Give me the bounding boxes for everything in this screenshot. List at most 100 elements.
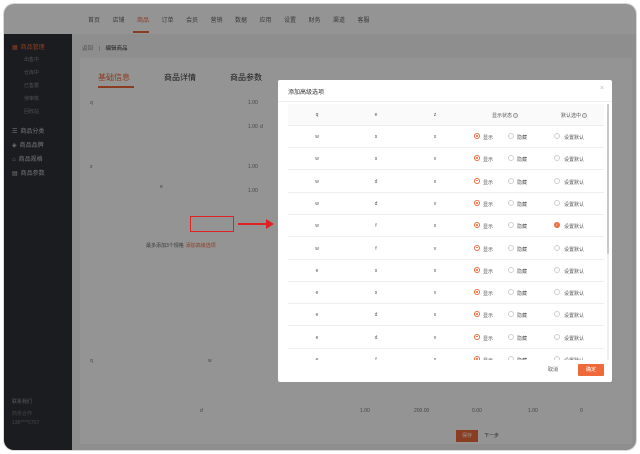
hide-radio-label: 隐藏 — [517, 179, 528, 186]
default-checked-icon[interactable]: ✓ — [554, 222, 560, 229]
confirm-button[interactable]: 确定 — [578, 364, 604, 376]
table-row: w s v 显示 隐藏 设置默认 — [288, 148, 604, 171]
column-header-q: q — [315, 112, 319, 118]
table-row: e d v 显示 隐藏 设置默认 — [288, 327, 604, 349]
hide-radio-label: 隐藏 — [517, 268, 528, 275]
hide-radio[interactable] — [508, 244, 514, 251]
set-default-label: 设置默认 — [564, 179, 585, 186]
show-radio[interactable] — [474, 356, 480, 360]
table-scrollbar[interactable] — [607, 104, 609, 360]
dialog-divider — [278, 101, 612, 102]
table-header: q e z 显示状态? 默认选中? — [288, 104, 604, 126]
cell-e: d — [374, 334, 378, 341]
cell-q: e — [315, 267, 319, 274]
show-radio-label: 显示 — [483, 201, 494, 208]
hide-radio[interactable] — [508, 155, 514, 162]
show-radio-label: 显示 — [483, 224, 494, 231]
default-radio[interactable] — [554, 177, 560, 184]
set-default-label: 设置默认 — [564, 313, 585, 320]
show-radio[interactable] — [474, 199, 480, 206]
cancel-button[interactable]: 取消 — [548, 364, 558, 376]
default-radio[interactable] — [554, 289, 560, 296]
hide-radio-label: 隐藏 — [517, 135, 528, 141]
show-radio-label: 显示 — [483, 246, 494, 253]
hide-radio-label: 隐藏 — [517, 157, 528, 164]
hide-radio-label: 隐藏 — [517, 201, 528, 208]
cell-z: v — [433, 200, 437, 207]
cell-z: v — [433, 245, 437, 252]
show-radio[interactable] — [474, 133, 480, 139]
cell-e: f — [375, 223, 377, 230]
cell-z: x — [433, 312, 437, 319]
hide-radio-label: 隐藏 — [517, 291, 528, 298]
default-radio[interactable] — [554, 155, 560, 162]
cell-e: d — [374, 178, 378, 185]
show-radio[interactable] — [474, 222, 480, 229]
column-header-status: 显示状态? — [474, 112, 536, 119]
column-header-z: z — [433, 112, 437, 118]
table-row: w f x 显示 隐藏 ✓ 设置默认 — [288, 215, 604, 238]
show-radio[interactable] — [474, 311, 480, 318]
cell-q: w — [315, 245, 319, 252]
cell-q: w — [315, 156, 319, 163]
show-radio[interactable] — [474, 333, 480, 340]
cell-q: w — [315, 200, 319, 207]
set-default-label: 设置默认 — [564, 135, 585, 141]
default-radio[interactable] — [554, 244, 560, 251]
default-radio[interactable] — [554, 356, 560, 360]
hide-radio[interactable] — [508, 199, 514, 206]
hide-radio[interactable] — [508, 289, 514, 296]
show-radio-label: 显示 — [483, 313, 494, 320]
dialog-title: 添加高级选项 — [288, 90, 325, 96]
show-radio[interactable] — [474, 244, 480, 251]
table-row: w d x 显示 隐藏 设置默认 — [288, 171, 604, 193]
hide-radio-label: 隐藏 — [517, 224, 528, 231]
show-radio[interactable] — [474, 289, 480, 296]
help-icon: ? — [513, 113, 518, 118]
hide-radio[interactable] — [508, 311, 514, 318]
cell-q: e — [315, 290, 319, 297]
hide-radio[interactable] — [508, 266, 514, 273]
cell-e: s — [374, 134, 378, 140]
cell-q: w — [315, 134, 319, 140]
set-default-label: 设置默认 — [564, 268, 585, 275]
hide-radio[interactable] — [508, 222, 514, 229]
hide-radio-label: 隐藏 — [517, 313, 528, 320]
hide-radio[interactable] — [508, 356, 514, 360]
scrollbar-thumb[interactable] — [607, 104, 609, 254]
default-radio[interactable] — [554, 266, 560, 273]
hide-radio[interactable] — [508, 333, 514, 340]
column-header-status-label: 显示状态 — [491, 113, 512, 119]
cell-z: v — [433, 156, 437, 163]
hide-radio[interactable] — [508, 133, 514, 139]
cell-z: x — [433, 178, 437, 185]
table-row: e s x 显示 隐藏 设置默认 — [288, 260, 604, 282]
show-radio-label: 显示 — [483, 291, 494, 298]
cell-z: x — [433, 134, 437, 140]
set-default-label: 设置默认 — [564, 357, 584, 360]
default-radio[interactable] — [554, 133, 560, 139]
set-default-label: 设置默认 — [564, 335, 585, 342]
show-radio[interactable] — [474, 155, 480, 162]
show-radio[interactable] — [474, 266, 480, 273]
cell-e: d — [374, 312, 378, 319]
column-header-e: e — [374, 112, 378, 118]
hide-radio[interactable] — [508, 177, 514, 184]
show-radio-label: 显示 — [483, 335, 494, 342]
default-radio[interactable] — [554, 333, 560, 340]
cell-z: x — [433, 357, 437, 360]
cell-e: s — [374, 290, 378, 297]
cell-q: w — [315, 178, 319, 185]
default-radio[interactable] — [554, 311, 560, 318]
table-row: w s x 显示 隐藏 设置默认 — [288, 126, 604, 148]
close-icon[interactable]: × — [600, 85, 604, 92]
default-radio[interactable] — [554, 199, 560, 206]
table-row: w f v 显示 隐藏 设置默认 — [288, 238, 604, 260]
advanced-options-dialog: 添加高级选项 × q e z 显示状态? 默认选中? w s x 显示 隐藏 设置默认 w s… — [278, 80, 612, 382]
cell-e: s — [374, 267, 378, 274]
show-radio[interactable] — [474, 177, 480, 184]
hide-radio-label: 隐藏 — [517, 246, 528, 253]
set-default-label: 设置默认 — [564, 246, 585, 253]
annotation-arrow-icon — [238, 219, 274, 229]
table-row: e s v 显示 隐藏 设置默认 — [288, 282, 604, 305]
